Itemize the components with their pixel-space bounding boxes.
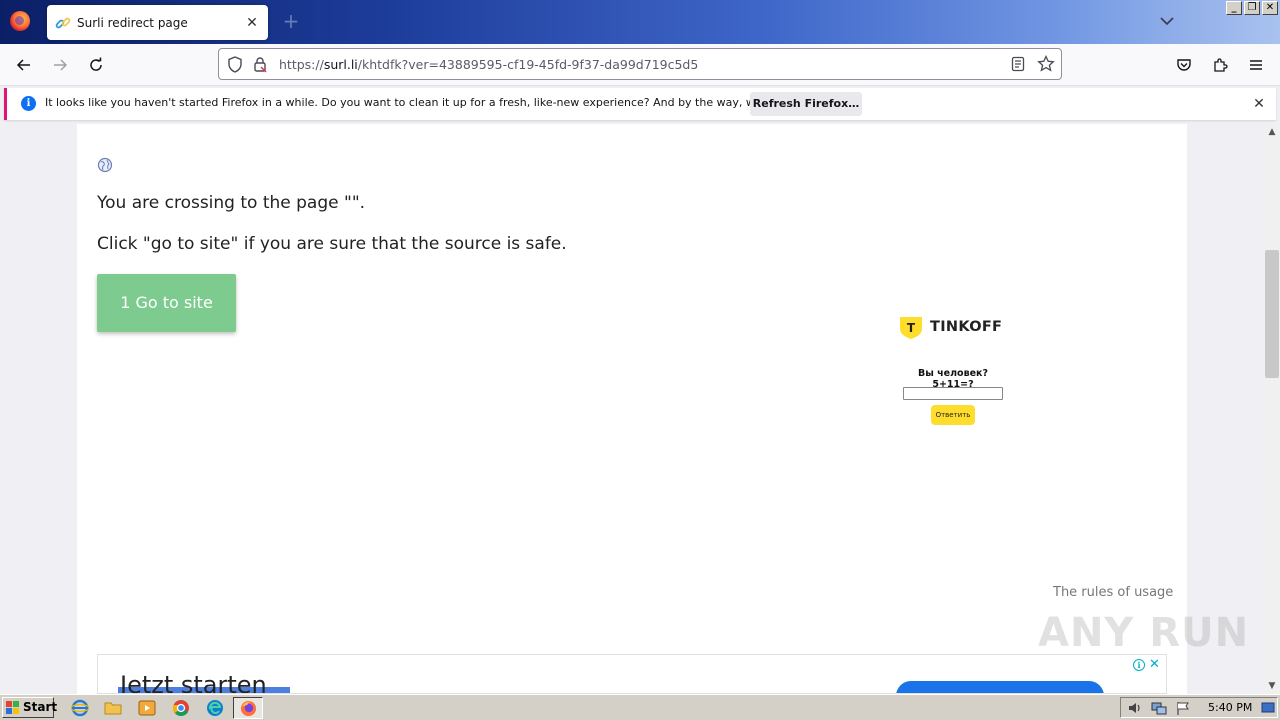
tinkoff-logo: T TINKOFF: [899, 316, 1029, 340]
reader-view-icon[interactable]: [1010, 56, 1026, 75]
reload-button[interactable]: [83, 53, 109, 77]
tinkoff-brand: TINKOFF: [930, 319, 1003, 335]
address-bar[interactable]: https://surl.li/khtdfk?ver=43889595-cf19…: [218, 48, 1062, 80]
url-text[interactable]: https://surl.li/khtdfk?ver=43889595-cf19…: [279, 57, 698, 72]
scroll-up-arrow-icon[interactable]: ▲: [1264, 124, 1280, 140]
taskbar-clock[interactable]: 5:40 PM: [1208, 701, 1252, 714]
shield-icon[interactable]: [227, 56, 243, 76]
svg-text:T: T: [907, 321, 916, 335]
tab-surli-redirect[interactable]: Surli redirect page ✕: [47, 5, 268, 40]
media-player-icon[interactable]: [138, 699, 156, 717]
url-prefix: https://: [279, 57, 324, 72]
scroll-thumb[interactable]: [1265, 250, 1279, 378]
redirect-card: You are crossing to the page "". Click "…: [77, 124, 1187, 694]
chevron-down-icon: [1160, 17, 1174, 26]
tinkoff-shield-icon: T: [900, 317, 922, 339]
ad-close-icon[interactable]: ✕: [1149, 657, 1160, 672]
bookmark-star-icon[interactable]: [1037, 54, 1055, 76]
notification-message: It looks like you haven't started Firefo…: [45, 96, 829, 109]
globe-icon: [97, 157, 113, 173]
safety-message: Click "go to site" if you are sure that …: [97, 234, 567, 254]
forward-button[interactable]: [47, 53, 73, 77]
captcha-submit-button[interactable]: Ответить: [931, 405, 975, 425]
app-menu-button[interactable]: [1243, 53, 1269, 77]
reload-icon: [90, 57, 102, 71]
new-tab-button[interactable]: +: [280, 10, 302, 32]
show-desktop-icon[interactable]: [1261, 701, 1275, 715]
captcha-answer-input[interactable]: [903, 387, 1003, 400]
start-button[interactable]: Start: [2, 697, 58, 718]
refresh-firefox-button[interactable]: Refresh Firefox…: [750, 92, 862, 116]
anyrun-watermark: ANY RUN: [1038, 610, 1250, 656]
file-explorer-icon[interactable]: [104, 699, 122, 717]
system-tray: [1120, 697, 1278, 718]
page-scrollbar[interactable]: ▲ ▼: [1264, 124, 1280, 694]
lock-icon[interactable]: [252, 56, 268, 76]
hamburger-icon: [1250, 60, 1262, 70]
tab-close-button[interactable]: ✕: [240, 11, 264, 35]
volume-icon[interactable]: [1127, 700, 1143, 716]
puzzle-icon: [1214, 58, 1228, 72]
link-icon: [55, 15, 71, 31]
edge-icon[interactable]: [206, 699, 224, 717]
adchoices-info-icon[interactable]: i: [1133, 658, 1145, 671]
scroll-down-arrow-icon[interactable]: ▼: [1264, 678, 1280, 694]
list-all-tabs-button[interactable]: [1158, 12, 1176, 30]
window-controls: _ ❐ ✕: [1226, 1, 1278, 15]
go-to-site-button[interactable]: 1 Go to site: [97, 274, 236, 332]
url-domain: surl.li: [323, 57, 358, 72]
extensions-button[interactable]: [1207, 53, 1233, 77]
url-path: /khtdfk?ver=43889595-cf19-45fd-9f37-da99…: [357, 57, 699, 72]
pocket-button[interactable]: [1171, 53, 1197, 77]
adchoices[interactable]: i ✕: [1133, 657, 1160, 672]
tab-title: Surli redirect page: [77, 15, 188, 30]
rules-of-usage-link[interactable]: The rules of usage: [1053, 585, 1173, 600]
action-center-flag-icon[interactable]: [1175, 700, 1191, 716]
ad-cta-button[interactable]: [896, 681, 1104, 693]
windows-flag-icon: [6, 701, 19, 714]
crossing-message: You are crossing to the page "".: [97, 193, 366, 213]
ad-banner[interactable]: Jetzt starten i ✕: [97, 654, 1167, 694]
page-viewport: You are crossing to the page "". Click "…: [0, 124, 1264, 694]
arrow-right-icon: [54, 59, 68, 71]
title-bar: Surli redirect page ✕ + _ ❐ ✕: [0, 0, 1280, 44]
ad-headline[interactable]: Jetzt starten: [120, 671, 267, 693]
taskbar-firefox-active[interactable]: [233, 697, 263, 719]
minimize-button[interactable]: _: [1226, 1, 1242, 15]
restore-button[interactable]: ❐: [1244, 1, 1260, 15]
close-window-button[interactable]: ✕: [1262, 1, 1278, 15]
internet-explorer-icon[interactable]: [71, 699, 89, 717]
pocket-icon: [1177, 59, 1191, 71]
windows-taskbar: Start 5:40 PM: [0, 694, 1280, 720]
network-icon[interactable]: [1151, 700, 1167, 716]
info-icon: i: [21, 96, 36, 111]
navigation-toolbar: https://surl.li/khtdfk?ver=43889595-cf19…: [0, 44, 1280, 86]
arrow-left-icon: [16, 59, 30, 71]
chrome-icon[interactable]: [172, 699, 190, 717]
firefox-logo-icon[interactable]: [10, 11, 30, 31]
back-button[interactable]: [11, 53, 37, 77]
notification-close-button[interactable]: ✕: [1250, 95, 1268, 113]
notification-bar: i It looks like you haven't started Fire…: [4, 88, 1276, 120]
firefox-taskbar-icon: [240, 700, 257, 717]
start-label: Start: [23, 700, 58, 714]
